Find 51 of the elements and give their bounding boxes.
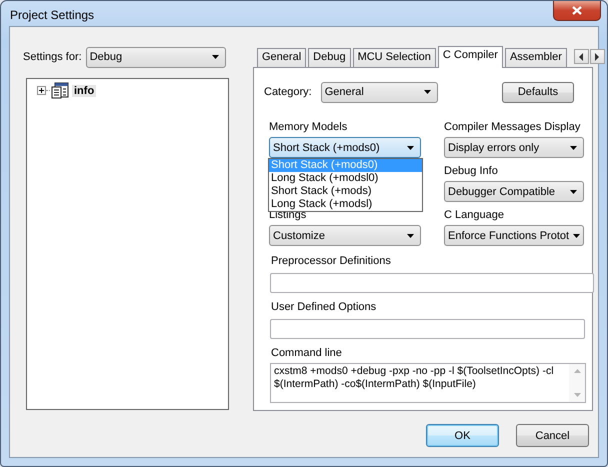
dropdown[interactable]: Customize — [269, 225, 421, 246]
caret-icon — [570, 190, 577, 194]
scroll-button[interactable] — [574, 49, 589, 64]
close-button[interactable] — [553, 1, 601, 21]
expand-icon[interactable] — [37, 86, 46, 95]
field-label: User Defined Options — [270, 301, 378, 315]
dropdown[interactable]: Display errors only — [444, 137, 584, 158]
ok-button[interactable]: OK — [426, 424, 499, 447]
up-arrow-icon — [574, 369, 580, 373]
scroll-button[interactable] — [590, 49, 605, 64]
dropdown-option[interactable]: Long Stack (+modsl) — [269, 198, 422, 211]
caret-icon — [407, 146, 414, 150]
dropdown-option[interactable]: Long Stack (+modsl0) — [269, 172, 422, 185]
close-icon — [572, 6, 582, 15]
caret-icon — [424, 90, 431, 94]
tab[interactable]: Debug — [308, 48, 351, 67]
window-title: Project Settings — [10, 8, 94, 22]
cancel-button[interactable]: Cancel — [516, 424, 589, 447]
caret-icon — [573, 234, 580, 238]
tab[interactable]: MCU Selection — [352, 48, 436, 67]
tab[interactable]: Assembler — [504, 48, 567, 67]
input-field[interactable] — [270, 273, 594, 293]
field-label: Category: — [264, 86, 312, 98]
caret-icon — [212, 55, 219, 59]
dropdown[interactable]: Debugger Compatible — [444, 181, 584, 202]
dropdown[interactable]: Debug — [86, 46, 226, 68]
field-label: Preprocessor Definitions — [270, 255, 392, 269]
down-arrow-icon — [574, 393, 580, 397]
tree-item[interactable]: info — [72, 84, 96, 96]
tab[interactable]: C Compiler — [438, 46, 503, 68]
field-label: Memory Models — [269, 121, 348, 135]
field-label: Debug Info — [444, 165, 499, 179]
scrollbar[interactable] — [569, 364, 585, 402]
left-arrow-icon — [578, 52, 584, 60]
dropdown[interactable]: Short Stack (+mods0) — [269, 137, 421, 158]
caret-icon — [570, 146, 577, 150]
field-label: Compiler Messages Display — [444, 121, 582, 135]
field-label: Command line — [270, 347, 343, 361]
field-label: C Language — [444, 209, 505, 223]
caret-icon — [407, 234, 414, 238]
command-line-field[interactable]: cxstm8 +mods0 +debug -pxp -no -pp -l $(ToolsetIncOpts) -cl $(IntermPath) -co$(IntermPath) $(InputFile) — [270, 363, 586, 403]
dropdown[interactable]: Enforce Functions Protot — [444, 225, 584, 246]
dropdown[interactable]: General — [320, 82, 438, 102]
field-text: cxstm8 +mods0 +debug -pxp -no -pp -l $(ToolsetIncOpts) -cl $(IntermPath) -co$(IntermPath) $(InputFile) — [273, 364, 555, 392]
defaults-button[interactable]: Defaults — [502, 82, 574, 102]
dropdown-option[interactable]: Short Stack (+mods) — [269, 185, 422, 198]
project-icon — [51, 82, 69, 99]
right-arrow-icon — [594, 52, 600, 60]
field-label: Settings for: — [23, 51, 82, 63]
input-field[interactable] — [270, 319, 585, 339]
tab[interactable]: General — [257, 48, 306, 67]
